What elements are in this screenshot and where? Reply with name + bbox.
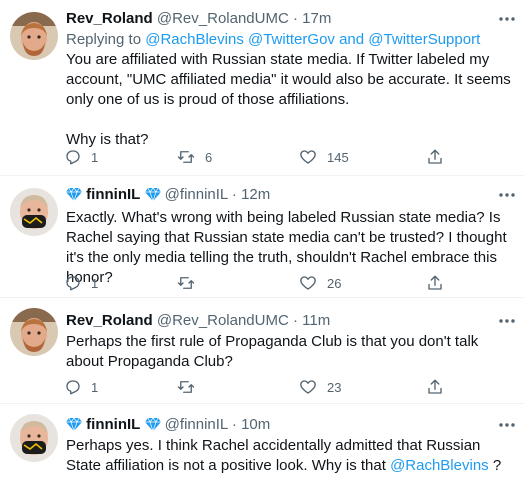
more-options-icon[interactable] xyxy=(496,312,518,330)
tweet-text: Perhaps yes. I think Rachel accidentally… xyxy=(66,436,518,476)
reply-icon xyxy=(66,150,80,165)
retweet-icon xyxy=(177,151,195,163)
display-name[interactable]: finninIL xyxy=(86,186,140,203)
like-button[interactable]: 26 xyxy=(298,272,341,294)
display-name[interactable]: finninIL xyxy=(86,416,140,433)
reply-count: 1 xyxy=(91,149,99,165)
reply-button[interactable]: 1 xyxy=(64,272,98,294)
tweet[interactable]: Rev_Roland @Rev_RolandUMC · 11m Perhaps … xyxy=(0,298,524,398)
avatar[interactable] xyxy=(10,188,58,236)
blue-diamond-icon xyxy=(144,187,161,201)
tweet[interactable]: finninIL @finninIL · 10m Perhaps yes. I … xyxy=(0,404,524,487)
username[interactable]: @finninIL xyxy=(165,416,228,433)
more-options-icon[interactable] xyxy=(496,10,518,28)
share-icon xyxy=(428,379,442,394)
more-options-icon[interactable] xyxy=(496,416,518,434)
username[interactable]: @Rev_RolandUMC xyxy=(157,10,289,27)
tweet-header: finninIL @finninIL · 10m xyxy=(66,416,270,434)
heart-icon xyxy=(300,276,316,290)
replying-and: and xyxy=(339,31,365,48)
retweet-button[interactable]: 6 xyxy=(176,146,212,168)
tweet[interactable]: finninIL @finninIL · 12m Exactly. What's… xyxy=(0,176,524,300)
reply-icon xyxy=(66,380,80,395)
replying-to-label: Replying to xyxy=(66,31,142,48)
like-count: 26 xyxy=(327,275,342,291)
separator-dot: · xyxy=(231,416,237,433)
tweet-text: You are affiliated with Russian state me… xyxy=(66,51,511,148)
mention-link[interactable]: @TwitterGov xyxy=(248,31,335,48)
avatar[interactable] xyxy=(10,414,58,462)
timestamp[interactable]: 10m xyxy=(241,416,270,433)
display-name[interactable]: Rev_Roland xyxy=(66,312,153,329)
tweet[interactable]: Rev_Roland @Rev_RolandUMC · 17m Replying… xyxy=(0,0,524,170)
share-button[interactable] xyxy=(426,146,444,168)
username[interactable]: @Rev_RolandUMC xyxy=(157,312,289,329)
mention-link[interactable]: @TwitterSupport xyxy=(368,31,480,48)
share-icon xyxy=(428,275,442,290)
like-button[interactable]: 145 xyxy=(298,146,349,168)
display-name[interactable]: Rev_Roland xyxy=(66,10,153,27)
avatar[interactable] xyxy=(10,12,58,60)
tweet-text: Perhaps the first rule of Propaganda Clu… xyxy=(66,333,479,370)
share-button[interactable] xyxy=(426,376,444,398)
reply-icon xyxy=(66,276,80,291)
reply-count: 1 xyxy=(91,275,99,291)
reply-count: 1 xyxy=(91,379,99,395)
reply-button[interactable]: 1 xyxy=(64,376,98,398)
tweet-header: finninIL @finninIL · 12m xyxy=(66,186,270,204)
heart-icon xyxy=(300,150,316,164)
retweet-icon xyxy=(177,277,195,289)
blue-diamond-icon xyxy=(66,187,82,201)
tweet-actions: 1 23 xyxy=(60,376,460,398)
avatar[interactable] xyxy=(10,308,58,356)
mention-link[interactable]: @RachBlevins xyxy=(145,31,244,48)
tweet-actions: 1 6 145 xyxy=(60,146,460,168)
tweet-text-part: ? xyxy=(488,457,502,474)
retweet-icon xyxy=(177,381,195,393)
blue-diamond-icon xyxy=(66,417,82,431)
tweet-header: Rev_Roland @Rev_RolandUMC · 17m xyxy=(66,10,331,28)
heart-icon xyxy=(300,380,316,394)
like-count: 145 xyxy=(327,149,349,165)
more-options-icon[interactable] xyxy=(496,186,518,204)
tweet-actions: 1 26 xyxy=(60,272,460,294)
separator-dot: · xyxy=(231,186,237,203)
timestamp[interactable]: 11m xyxy=(302,312,330,329)
tweet-header: Rev_Roland @Rev_RolandUMC · 11m xyxy=(66,312,330,330)
timestamp[interactable]: 17m xyxy=(302,10,331,27)
username[interactable]: @finninIL xyxy=(165,186,228,203)
like-button[interactable]: 23 xyxy=(298,376,341,398)
retweet-count: 6 xyxy=(205,149,213,165)
mention-link[interactable]: @RachBlevins xyxy=(390,457,489,474)
separator-dot: · xyxy=(293,312,298,329)
retweet-button[interactable] xyxy=(176,376,205,398)
reply-button[interactable]: 1 xyxy=(64,146,98,168)
retweet-button[interactable] xyxy=(176,272,205,294)
share-icon xyxy=(428,149,442,164)
separator-dot: · xyxy=(293,10,298,27)
replying-to: Replying to @RachBlevins @TwitterGov and… xyxy=(66,30,480,49)
share-button[interactable] xyxy=(426,272,444,294)
timestamp[interactable]: 12m xyxy=(241,186,270,203)
blue-diamond-icon xyxy=(144,417,161,431)
like-count: 23 xyxy=(327,379,342,395)
